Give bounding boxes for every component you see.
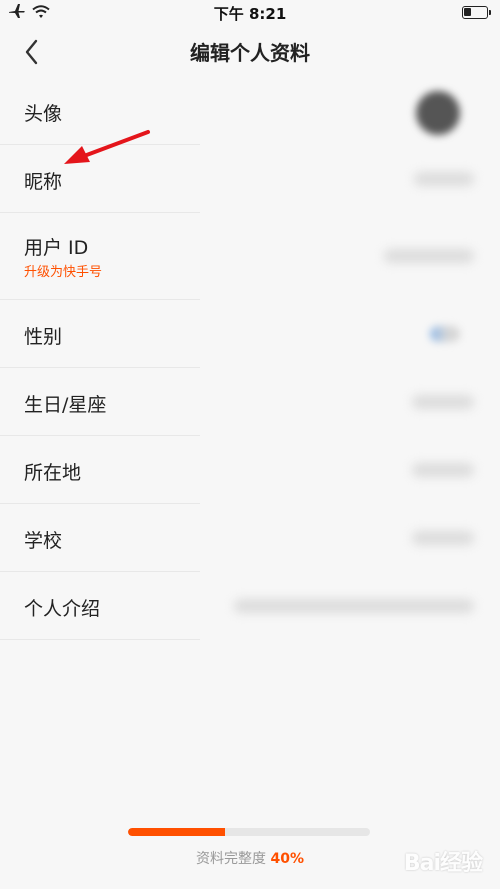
row-label-avatar: 头像	[24, 103, 63, 125]
battery-icon	[462, 6, 491, 19]
location-value-blurred	[412, 463, 474, 477]
status-bar: 下午 8:21	[0, 0, 500, 24]
row-avatar[interactable]: 头像	[0, 77, 500, 145]
row-location[interactable]: 所在地	[0, 436, 500, 504]
row-birthday-zodiac[interactable]: 生日/星座	[0, 368, 500, 436]
nav-bar: 编辑个人资料	[0, 24, 500, 76]
row-label-user-id: 用户 ID	[24, 237, 89, 259]
school-value-blurred	[412, 531, 474, 545]
upgrade-kuaishou-id-link[interactable]: 升级为快手号	[24, 261, 102, 280]
progress-label: 资料完整度	[196, 851, 267, 867]
avatar-image-blurred	[416, 91, 460, 135]
divider	[0, 639, 200, 640]
row-label-location: 所在地	[24, 462, 82, 484]
row-label-birthday: 生日/星座	[24, 394, 107, 416]
row-gender[interactable]: 性别	[0, 300, 500, 368]
birthday-value-blurred	[412, 395, 474, 409]
row-nickname[interactable]: 昵称	[0, 145, 500, 213]
row-label-school: 学校	[24, 530, 63, 552]
profile-completeness-bar	[128, 828, 370, 836]
nickname-value-blurred	[414, 172, 474, 186]
edit-profile-screen: 下午 8:21 编辑个人资料 头像 昵称 用户 ID 升级为快手号 性别 生日/…	[0, 0, 500, 889]
page-title: 编辑个人资料	[190, 41, 310, 65]
row-label-nickname: 昵称	[24, 171, 63, 193]
row-user-id[interactable]: 用户 ID 升级为快手号	[0, 213, 500, 300]
status-time: 下午 8:21	[213, 5, 287, 23]
gender-value-blurred	[430, 326, 460, 342]
row-label-bio: 个人介绍	[24, 598, 101, 620]
progress-fill	[128, 828, 225, 836]
battery-level	[464, 8, 471, 16]
bio-value-blurred	[234, 599, 474, 613]
user-id-value-blurred	[384, 249, 474, 263]
baidu-jingyan-watermark: Bai经验	[403, 851, 483, 876]
profile-field-list: 头像 昵称 用户 ID 升级为快手号 性别 生日/星座 所在地 学校 个人介绍	[0, 77, 500, 640]
row-school[interactable]: 学校	[0, 504, 500, 572]
row-bio[interactable]: 个人介绍	[0, 572, 500, 640]
progress-value: 40%	[270, 851, 304, 867]
row-label-gender: 性别	[24, 326, 63, 348]
